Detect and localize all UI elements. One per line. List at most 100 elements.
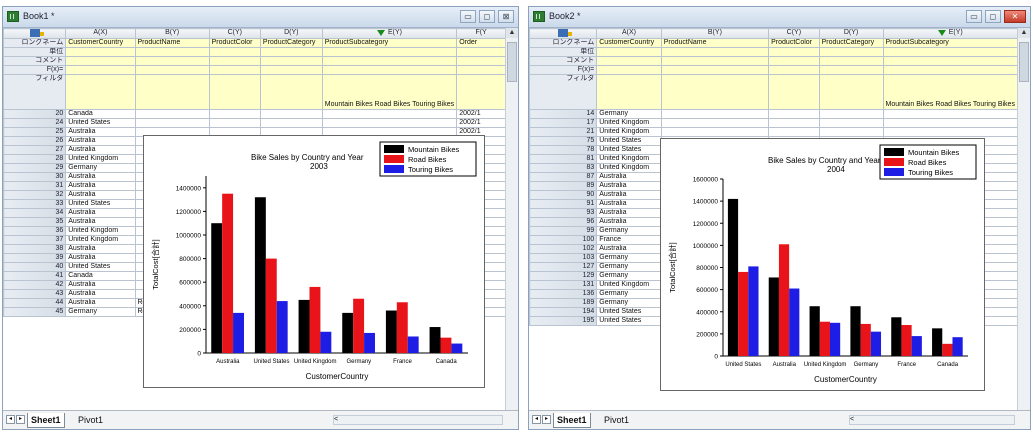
header-cell[interactable] xyxy=(208,46,261,57)
header-cell[interactable] xyxy=(456,55,506,66)
row-number[interactable]: 102 xyxy=(529,243,598,254)
tab-next-icon[interactable]: ▸ xyxy=(542,415,551,424)
header-cell[interactable] xyxy=(321,46,458,57)
data-cell[interactable] xyxy=(818,117,884,128)
row-number[interactable]: 35 xyxy=(3,216,67,227)
title-bar[interactable]: Book2 * ▭ ◻ ✕ xyxy=(529,7,1030,28)
row-number[interactable]: 30 xyxy=(3,171,67,182)
row-number[interactable]: 99 xyxy=(529,225,598,236)
header-cell[interactable]: ProductSubcategory xyxy=(321,37,458,48)
header-cell[interactable] xyxy=(456,46,506,57)
data-cell[interactable]: United Kingdom xyxy=(65,225,136,236)
data-cell[interactable]: Australia xyxy=(65,207,136,218)
header-cell[interactable] xyxy=(768,46,820,57)
data-cell[interactable]: Australia xyxy=(65,252,136,263)
data-cell[interactable]: Australia xyxy=(65,297,136,308)
tab-first-icon[interactable]: ◂ xyxy=(532,415,541,424)
horizontal-scrollbar[interactable]: < xyxy=(333,415,503,425)
row-number[interactable]: 32 xyxy=(3,189,67,200)
data-cell[interactable]: Australia xyxy=(596,180,662,191)
header-cell[interactable]: ProductName xyxy=(660,37,770,48)
filter-cell[interactable] xyxy=(660,73,770,110)
data-cell[interactable]: United States xyxy=(65,198,136,209)
filter-icon[interactable] xyxy=(937,29,946,36)
data-cell[interactable]: Germany xyxy=(596,297,662,308)
row-number[interactable]: 131 xyxy=(529,279,598,290)
data-cell[interactable] xyxy=(768,108,820,119)
column-header[interactable]: D(Y) xyxy=(259,28,323,39)
data-cell[interactable]: Australia xyxy=(596,198,662,209)
data-cell[interactable]: United States xyxy=(596,315,662,326)
data-cell[interactable]: Canada xyxy=(65,270,136,281)
bar-chart-2003[interactable]: Bike Sales by Country and Year 2003 0 20000… xyxy=(143,135,485,388)
filter-cell[interactable] xyxy=(768,73,820,110)
header-cell[interactable] xyxy=(596,64,662,75)
header-cell[interactable] xyxy=(882,55,1018,66)
row-number[interactable]: 100 xyxy=(529,234,598,245)
row-number[interactable]: 43 xyxy=(3,288,67,299)
header-cell[interactable] xyxy=(134,46,210,57)
column-header[interactable]: F(Y xyxy=(456,28,506,39)
row-number[interactable]: 83 xyxy=(529,162,598,173)
filter-cell[interactable] xyxy=(456,73,506,110)
row-number[interactable]: 25 xyxy=(3,126,67,137)
data-cell[interactable] xyxy=(768,126,820,137)
sheet-corner[interactable] xyxy=(3,28,67,39)
data-cell[interactable]: Australia xyxy=(596,207,662,218)
data-cell[interactable] xyxy=(259,108,323,119)
row-number[interactable]: 81 xyxy=(529,153,598,164)
header-cell[interactable] xyxy=(321,64,458,75)
data-cell[interactable]: United States xyxy=(596,306,662,317)
data-cell[interactable]: United States xyxy=(65,117,136,128)
data-cell[interactable]: United States xyxy=(596,144,662,155)
data-cell[interactable] xyxy=(660,126,770,137)
row-number[interactable]: 45 xyxy=(3,306,67,317)
maximize-button[interactable]: ◻ xyxy=(479,10,495,23)
scroll-thumb[interactable] xyxy=(1019,42,1029,82)
header-cell[interactable] xyxy=(208,55,261,66)
row-number[interactable]: 33 xyxy=(3,198,67,209)
bar-chart-2004[interactable]: Bike Sales by Country and Year 2004 0 20000… xyxy=(660,138,985,391)
row-number[interactable]: 41 xyxy=(3,270,67,281)
row-number[interactable]: 26 xyxy=(3,135,67,146)
data-cell[interactable] xyxy=(660,117,770,128)
minimize-button[interactable]: ▭ xyxy=(966,10,982,23)
tab-pivot1[interactable]: Pivot1 xyxy=(75,413,106,427)
row-number[interactable]: 29 xyxy=(3,162,67,173)
row-number[interactable]: 17 xyxy=(529,117,598,128)
data-cell[interactable] xyxy=(882,108,1018,119)
header-cell[interactable]: ProductSubcategory xyxy=(882,37,1018,48)
data-cell[interactable]: United Kingdom xyxy=(596,153,662,164)
filter-icon[interactable] xyxy=(376,29,385,36)
header-cell[interactable] xyxy=(259,64,323,75)
column-header[interactable]: C(Y) xyxy=(768,28,820,39)
row-number[interactable]: 103 xyxy=(529,252,598,263)
title-bar[interactable]: Book1 * ▭ ◻ ⊠ xyxy=(3,7,518,28)
header-cell[interactable] xyxy=(259,55,323,66)
header-cell[interactable] xyxy=(65,46,136,57)
row-number[interactable]: 195 xyxy=(529,315,598,326)
vertical-scrollbar[interactable]: ▲ xyxy=(1017,28,1030,411)
header-cell[interactable] xyxy=(660,55,770,66)
data-cell[interactable]: Germany xyxy=(596,288,662,299)
data-cell[interactable]: Australia xyxy=(65,243,136,254)
data-cell[interactable] xyxy=(321,108,458,119)
row-number[interactable]: 31 xyxy=(3,180,67,191)
data-cell[interactable]: United Kingdom xyxy=(596,162,662,173)
column-header[interactable]: B(Y) xyxy=(660,28,770,39)
table-row[interactable]: 24 United States 2002/1 xyxy=(3,117,506,128)
row-number[interactable]: 40 xyxy=(3,261,67,272)
filter-cell[interactable] xyxy=(208,73,261,110)
column-header[interactable]: A(X) xyxy=(596,28,662,39)
column-header[interactable]: C(Y) xyxy=(208,28,261,39)
scroll-up-arrow-icon[interactable]: ▲ xyxy=(1018,28,1030,38)
tab-first-icon[interactable]: ◂ xyxy=(6,415,15,424)
row-number[interactable]: 42 xyxy=(3,279,67,290)
row-number[interactable]: 189 xyxy=(529,297,598,308)
column-header[interactable]: E(Y) xyxy=(321,28,458,39)
row-number[interactable]: 194 xyxy=(529,306,598,317)
header-cell[interactable] xyxy=(208,64,261,75)
row-number[interactable]: 14 xyxy=(529,108,598,119)
filter-cell[interactable]: Mountain Bikes Road Bikes Touring Bikes xyxy=(882,73,1018,110)
header-cell[interactable] xyxy=(65,64,136,75)
